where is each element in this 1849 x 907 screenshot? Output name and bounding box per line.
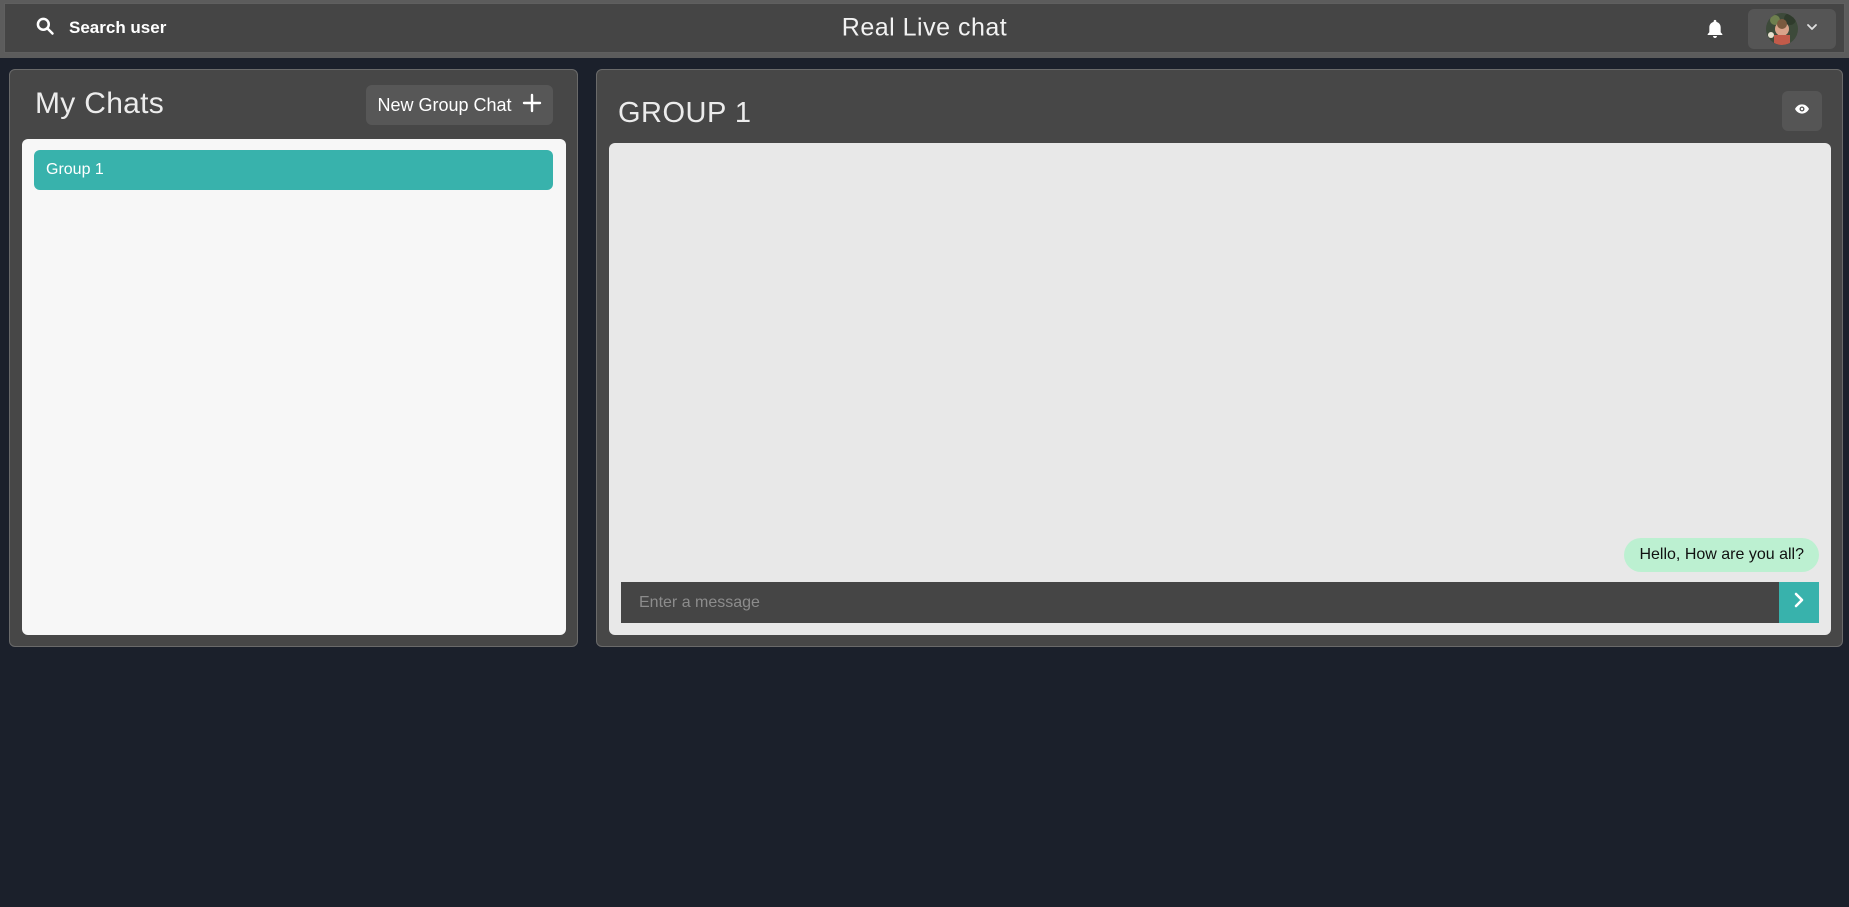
chat-panel: GROUP 1 Hello, How are you all?	[596, 69, 1843, 647]
message-bubble-own: Hello, How are you all?	[1624, 538, 1819, 572]
plus-icon	[522, 93, 542, 118]
new-group-chat-label: New Group Chat	[377, 94, 512, 115]
search-icon	[35, 16, 55, 41]
chat-list-item-label: Group 1	[46, 161, 104, 178]
search-user-label: Search user	[69, 18, 167, 37]
chevron-down-icon	[1806, 20, 1818, 38]
app-title: Real Live chat	[841, 13, 1008, 42]
message-input[interactable]	[621, 582, 1779, 623]
chat-list: Group 1	[22, 139, 566, 635]
chevron-right-icon	[1791, 592, 1807, 613]
my-chats-title: My Chats	[35, 87, 165, 120]
new-group-chat-button[interactable]: New Group Chat	[366, 85, 553, 125]
chat-title: GROUP 1	[618, 97, 752, 129]
my-chats-panel: My Chats New Group Chat Group 1	[9, 69, 578, 647]
top-bar: Search user Real Live chat	[0, 0, 1849, 58]
view-group-info-button[interactable]	[1782, 91, 1822, 131]
message-composer	[621, 582, 1819, 623]
send-button[interactable]	[1779, 582, 1819, 623]
top-bar-inner: Search user Real Live chat	[4, 3, 1845, 53]
messages-area: Hello, How are you all?	[609, 143, 1831, 635]
profile-menu-button[interactable]	[1748, 9, 1836, 49]
avatar	[1766, 13, 1798, 45]
bell-icon[interactable]	[1704, 17, 1726, 41]
eye-icon	[1794, 101, 1810, 122]
search-user-button[interactable]: Search user	[29, 10, 172, 46]
chat-list-item-group-1[interactable]: Group 1	[34, 150, 553, 190]
